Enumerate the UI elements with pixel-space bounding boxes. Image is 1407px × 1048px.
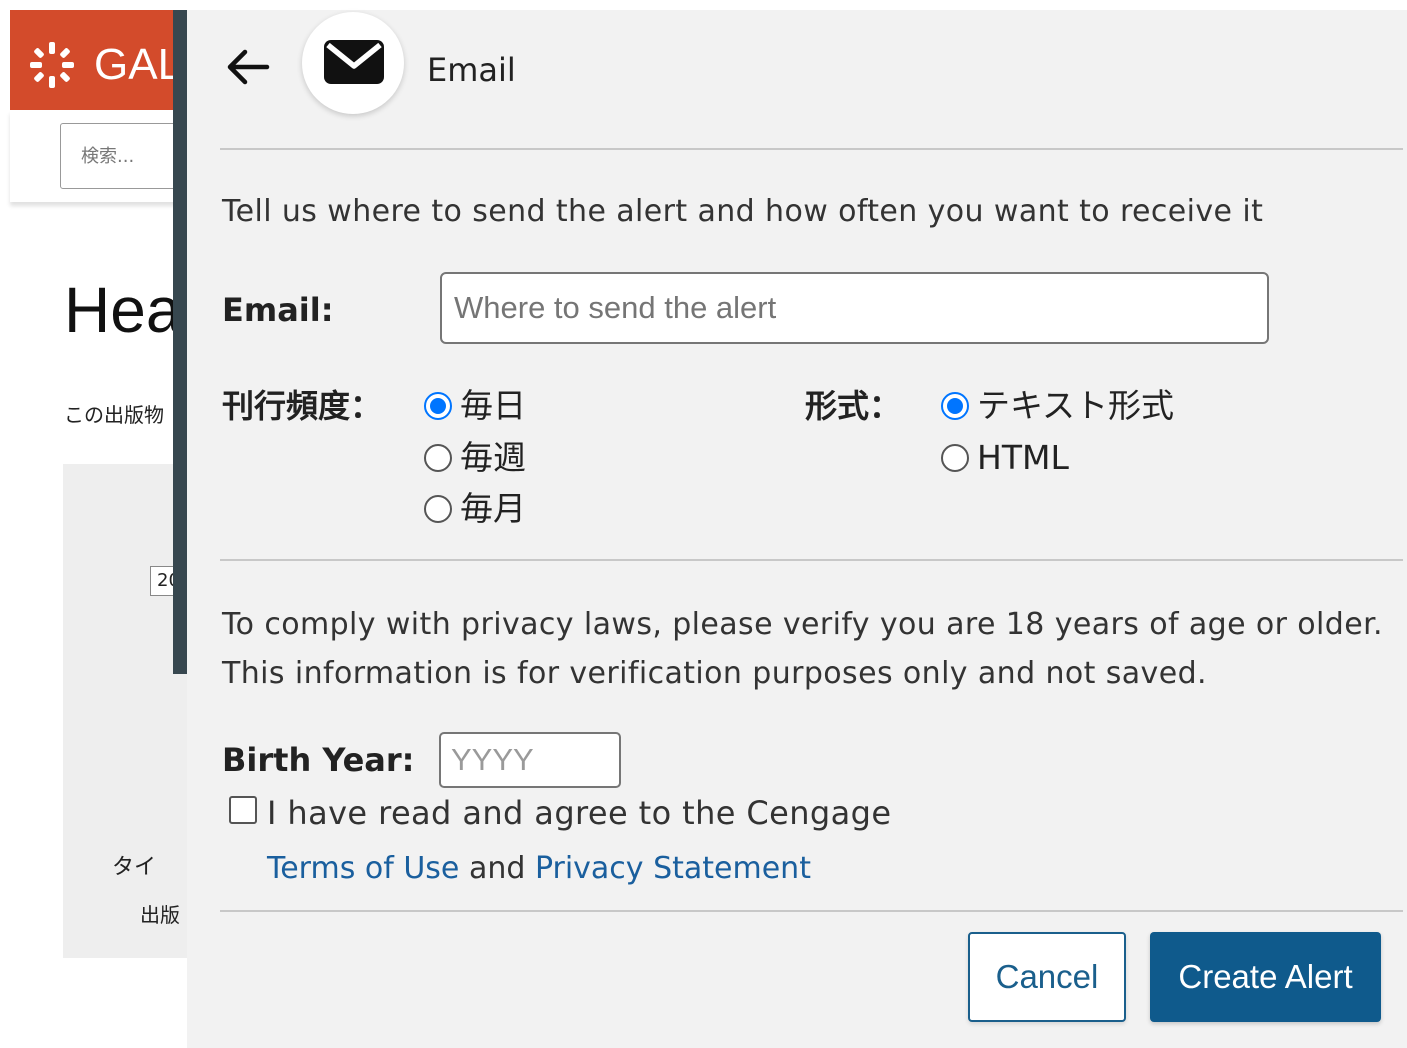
site-header: GAL xyxy=(10,10,190,110)
panel-edge-bar xyxy=(173,10,187,674)
radio-button-checked[interactable] xyxy=(941,392,969,420)
privacy-notice: To comply with privacy laws, please veri… xyxy=(222,607,1383,691)
terms-line: Terms of Use and Privacy Statement xyxy=(267,847,811,891)
arrow-left-icon xyxy=(227,49,270,85)
email-label: Email: xyxy=(222,291,334,329)
page-intro: この出版物 xyxy=(64,403,164,427)
agree-checkbox[interactable] xyxy=(229,796,257,824)
site-search-input[interactable]: 検索... xyxy=(60,123,190,189)
privacy-statement-link[interactable]: Privacy Statement xyxy=(535,851,811,886)
radio-button[interactable] xyxy=(424,444,452,472)
cancel-button[interactable]: Cancel xyxy=(968,932,1126,1022)
birth-year-field[interactable] xyxy=(439,732,621,788)
page-title: Hea xyxy=(64,274,182,346)
create-alert-button[interactable]: Create Alert xyxy=(1150,932,1381,1022)
format-option-html[interactable]: HTML xyxy=(941,436,1069,480)
channel-icon-badge xyxy=(302,12,404,114)
frequency-option-daily[interactable]: 毎日 xyxy=(424,384,526,428)
info-label-title: タイ xyxy=(112,855,157,880)
divider xyxy=(220,148,1403,150)
panel-title: Email xyxy=(427,51,516,89)
info-label-publisher: 出版 xyxy=(140,903,180,927)
radio-button[interactable] xyxy=(941,444,969,472)
frequency-option-label: 毎日 xyxy=(460,386,526,425)
frequency-option-label: 毎週 xyxy=(460,438,526,477)
format-option-label: テキスト形式 xyxy=(977,386,1175,425)
gale-logo-icon xyxy=(30,42,74,88)
envelope-icon xyxy=(324,40,384,84)
brand-name: GAL xyxy=(94,40,183,89)
radio-button[interactable] xyxy=(424,495,452,523)
divider xyxy=(220,559,1403,561)
divider xyxy=(220,910,1403,912)
frequency-option-monthly[interactable]: 毎月 xyxy=(424,487,526,531)
radio-button-checked[interactable] xyxy=(424,392,452,420)
format-option-text[interactable]: テキスト形式 xyxy=(941,384,1174,428)
frequency-option-weekly[interactable]: 毎週 xyxy=(424,436,526,480)
back-button[interactable] xyxy=(223,42,273,92)
birth-year-label: Birth Year: xyxy=(222,741,415,779)
frequency-option-label: 毎月 xyxy=(460,489,526,528)
frequency-label: 刊行頻度： xyxy=(222,387,383,425)
email-alert-panel: Email Tell us where to send the alert an… xyxy=(187,10,1407,1048)
agree-label: I have read and agree to the Cengage xyxy=(267,794,892,832)
alert-instructions: Tell us where to send the alert and how … xyxy=(222,194,1264,229)
terms-of-use-link[interactable]: Terms of Use xyxy=(267,851,459,886)
format-label: 形式： xyxy=(805,387,902,425)
terms-and-text: and xyxy=(468,851,526,886)
email-field[interactable] xyxy=(440,272,1269,344)
publication-info-box xyxy=(63,464,190,958)
format-option-label: HTML xyxy=(977,438,1069,477)
